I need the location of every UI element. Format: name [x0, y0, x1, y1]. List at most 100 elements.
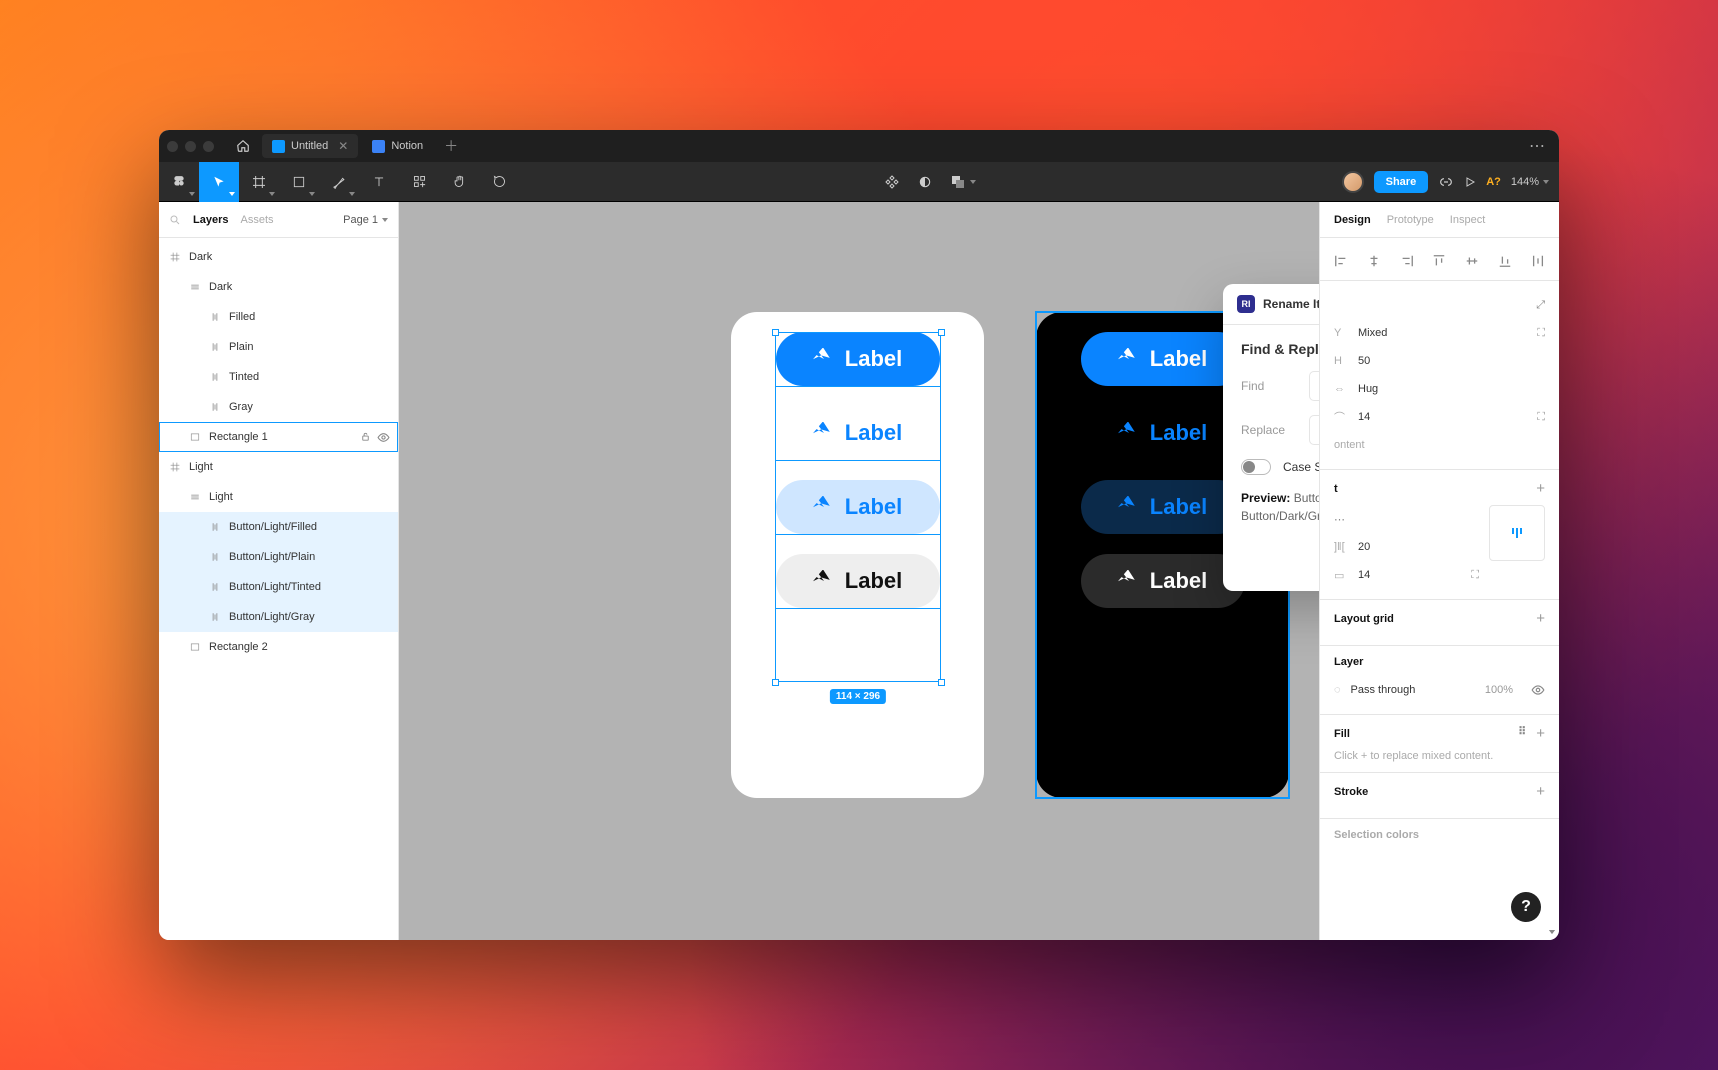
boolean-icon[interactable] — [950, 174, 976, 190]
text-tool[interactable] — [359, 162, 399, 202]
selection-handle[interactable] — [938, 679, 945, 686]
selection-handle[interactable] — [772, 329, 779, 336]
layer-type-icon — [189, 431, 201, 443]
tidy-icon[interactable]: ⤢ — [1536, 299, 1545, 312]
clip-content-label[interactable]: ontent — [1334, 439, 1365, 451]
layers-tab[interactable]: Layers — [193, 214, 228, 226]
modal-heading: Find & Replace Selected Layers — [1241, 341, 1319, 357]
layer-row[interactable]: Button/Light/Plain — [159, 542, 398, 572]
padding-icon: ▭ — [1334, 569, 1348, 582]
layer-row[interactable]: Dark — [159, 272, 398, 302]
fullscreen-window-icon[interactable] — [203, 141, 214, 152]
visibility-icon[interactable] — [1531, 683, 1545, 697]
layer-label: Button/Light/Gray — [229, 611, 315, 623]
share-button[interactable]: Share — [1374, 171, 1429, 193]
layer-row[interactable]: Rectangle 2 — [159, 632, 398, 662]
layer-row[interactable]: Button/Light/Filled — [159, 512, 398, 542]
present-icon[interactable] — [1464, 176, 1476, 188]
lock-icon[interactable] — [360, 431, 371, 444]
layer-section-title: Layer — [1334, 656, 1363, 668]
pen-tool[interactable] — [319, 162, 359, 202]
component-menu-icon[interactable] — [884, 174, 900, 190]
app-window: Untitled ✕ Notion ＋ ⋯ — [159, 130, 1559, 940]
layer-row[interactable]: Rectangle 1 — [159, 422, 398, 452]
layer-label: Button/Light/Plain — [229, 551, 315, 563]
main-menu-button[interactable] — [159, 162, 199, 202]
user-avatar[interactable] — [1342, 171, 1364, 193]
layer-row[interactable]: Button/Light/Gray — [159, 602, 398, 632]
layer-label: Rectangle 1 — [209, 431, 268, 443]
more-menu-icon[interactable]: ⋯ — [1525, 136, 1551, 156]
styles-icon[interactable]: ⠿ — [1518, 725, 1526, 742]
zoom-control[interactable]: 144% — [1511, 176, 1549, 188]
comment-tool[interactable] — [479, 162, 519, 202]
add-grid-icon[interactable]: + — [1536, 610, 1545, 627]
search-icon[interactable] — [169, 214, 181, 226]
selection-handle[interactable] — [772, 679, 779, 686]
independent-padding-icon[interactable]: ⛶ — [1471, 569, 1479, 582]
align-top-icon[interactable] — [1432, 254, 1446, 268]
replace-input[interactable] — [1309, 415, 1319, 445]
align-hcenter-icon[interactable] — [1367, 254, 1381, 268]
assets-tab[interactable]: Assets — [240, 214, 273, 226]
home-button[interactable] — [228, 134, 258, 158]
layer-label: Tinted — [229, 371, 259, 383]
align-vcenter-icon[interactable] — [1465, 254, 1479, 268]
window-controls — [167, 141, 214, 152]
layer-row[interactable]: Tinted — [159, 362, 398, 392]
new-tab-button[interactable]: ＋ — [437, 134, 465, 158]
opacity-value[interactable]: 100% — [1485, 684, 1513, 696]
hand-tool[interactable] — [439, 162, 479, 202]
align-bottom-icon[interactable] — [1498, 254, 1512, 268]
add-autolayout-icon[interactable]: + — [1536, 480, 1545, 497]
independent-corners-icon[interactable]: ⛶ — [1537, 411, 1545, 424]
close-window-icon[interactable] — [167, 141, 178, 152]
minimize-window-icon[interactable] — [185, 141, 196, 152]
layer-label: Gray — [229, 401, 253, 413]
align-right-icon[interactable] — [1400, 254, 1414, 268]
prototype-tab[interactable]: Prototype — [1387, 214, 1434, 226]
design-tab[interactable]: Design — [1334, 214, 1371, 226]
case-sensitive-toggle[interactable] — [1241, 459, 1271, 475]
constrain-icon[interactable]: ⛶ — [1537, 327, 1545, 340]
shape-tool[interactable] — [279, 162, 319, 202]
tab-untitled[interactable]: Untitled ✕ — [262, 134, 358, 158]
inspect-tab[interactable]: Inspect — [1450, 214, 1485, 226]
move-tool[interactable] — [199, 162, 239, 202]
find-label: Find — [1241, 379, 1297, 393]
y-value[interactable]: Mixed — [1358, 327, 1387, 339]
distribute-icon[interactable] — [1531, 254, 1545, 268]
close-tab-icon[interactable]: ✕ — [338, 139, 348, 153]
resize-mode[interactable]: Hug — [1358, 383, 1378, 395]
layer-row[interactable]: Filled — [159, 302, 398, 332]
blend-mode[interactable]: Pass through — [1351, 684, 1416, 696]
find-input[interactable] — [1309, 371, 1319, 401]
add-stroke-icon[interactable]: + — [1536, 783, 1545, 800]
layer-row[interactable]: Light — [159, 482, 398, 512]
align-left-icon[interactable] — [1334, 254, 1348, 268]
mask-icon[interactable] — [918, 175, 932, 189]
radius-value[interactable]: 14 — [1358, 411, 1370, 423]
selection-handle[interactable] — [938, 329, 945, 336]
missing-fonts-badge[interactable]: A? — [1486, 176, 1501, 188]
page-selector[interactable]: Page 1 — [343, 214, 388, 226]
layer-row[interactable]: Dark — [159, 242, 398, 272]
dev-mode-icon[interactable] — [1438, 174, 1454, 190]
more-icon[interactable]: ⋯ — [1334, 513, 1345, 526]
autolayout-title: t — [1334, 483, 1338, 495]
h-value[interactable]: 50 — [1358, 355, 1370, 367]
gap-value[interactable]: 20 — [1358, 541, 1370, 553]
add-fill-icon[interactable]: + — [1536, 725, 1545, 742]
canvas[interactable]: Label Label Label Label — [399, 202, 1319, 940]
layer-row[interactable]: Button/Light/Tinted — [159, 572, 398, 602]
layer-row[interactable]: Gray — [159, 392, 398, 422]
help-button[interactable]: ? — [1511, 892, 1541, 922]
alignment-grid[interactable] — [1489, 505, 1545, 561]
frame-tool[interactable] — [239, 162, 279, 202]
tab-notion[interactable]: Notion — [362, 134, 433, 158]
layer-row[interactable]: Light — [159, 452, 398, 482]
layer-row[interactable]: Plain — [159, 332, 398, 362]
visibility-icon[interactable] — [377, 431, 390, 444]
padding-value[interactable]: 14 — [1358, 569, 1370, 581]
resources-tool[interactable] — [399, 162, 439, 202]
